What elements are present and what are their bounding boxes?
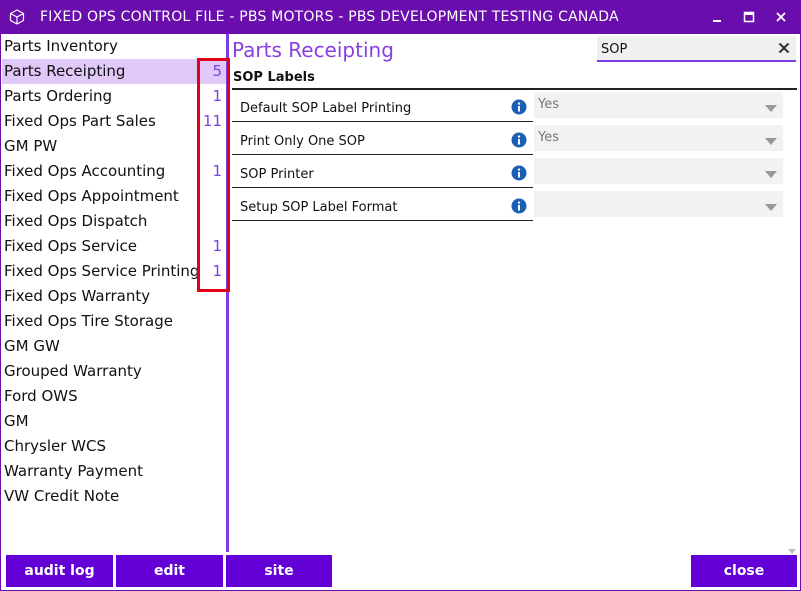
list-item[interactable]: Fixed Ops Warranty xyxy=(2,284,226,309)
list-item-label: Fixed Ops Dispatch xyxy=(4,212,148,230)
chevron-down-icon xyxy=(765,102,777,112)
list-item-label: Grouped Warranty xyxy=(4,362,142,380)
setting-dropdown[interactable] xyxy=(534,191,783,217)
list-item[interactable]: Fixed Ops Dispatch xyxy=(2,209,226,234)
info-icon[interactable] xyxy=(511,165,527,181)
site-button[interactable]: site xyxy=(226,555,332,587)
setting-row: Print Only One SOP Yes xyxy=(232,124,783,157)
close-button[interactable]: close xyxy=(691,555,797,587)
list-item-label: Chrysler WCS xyxy=(4,437,106,455)
list-item-count: 1 xyxy=(212,262,222,280)
close-icon[interactable] xyxy=(771,7,791,27)
list-item-label: Fixed Ops Accounting xyxy=(4,162,166,180)
chevron-down-icon xyxy=(765,201,777,211)
list-item-count: 1 xyxy=(212,87,222,105)
setting-value: Yes xyxy=(538,130,559,145)
maximize-icon[interactable] xyxy=(739,7,759,27)
list-item-label: VW Credit Note xyxy=(4,487,120,505)
list-item-label: GM GW xyxy=(4,337,60,355)
list-item[interactable]: Fixed Ops Accounting 1 xyxy=(2,159,226,184)
list-item[interactable]: VW Credit Note xyxy=(2,484,226,509)
section-header: SOP Labels xyxy=(232,68,797,90)
minimize-icon[interactable] xyxy=(707,7,727,27)
scroll-down-icon[interactable] xyxy=(788,540,796,554)
clear-search-icon[interactable] xyxy=(775,38,793,58)
list-item[interactable]: Ford OWS xyxy=(2,384,226,409)
info-icon[interactable] xyxy=(511,198,527,214)
setting-label: Default SOP Label Printing xyxy=(232,91,533,122)
list-item-count: 1 xyxy=(212,162,222,180)
title-bar[interactable]: FIXED OPS CONTROL FILE - PBS MOTORS - PB… xyxy=(1,1,800,34)
category-list: Parts Inventory Parts Receipting 5 Parts … xyxy=(2,34,226,552)
setting-dropdown[interactable]: Yes xyxy=(534,125,783,151)
control-file-window: FIXED OPS CONTROL FILE - PBS MOTORS - PB… xyxy=(0,0,801,591)
list-item[interactable]: Warranty Payment xyxy=(2,459,226,484)
list-item[interactable]: Fixed Ops Service Printing 1 xyxy=(2,259,226,284)
list-item-label: Fixed Ops Service Printing xyxy=(4,262,200,280)
list-item[interactable]: GM xyxy=(2,409,226,434)
window-title: FIXED OPS CONTROL FILE - PBS MOTORS - PB… xyxy=(40,9,619,25)
setting-label: SOP Printer xyxy=(232,157,533,188)
setting-row: Setup SOP Label Format xyxy=(232,190,783,223)
list-item[interactable]: Chrysler WCS xyxy=(2,434,226,459)
setting-label: Print Only One SOP xyxy=(232,124,533,155)
list-item[interactable]: GM PW xyxy=(2,134,226,159)
info-icon[interactable] xyxy=(511,132,527,148)
edit-button[interactable]: edit xyxy=(116,555,223,587)
list-item-label: Warranty Payment xyxy=(4,462,144,480)
setting-row: SOP Printer xyxy=(232,157,783,190)
list-item[interactable]: Fixed Ops Part Sales 11 xyxy=(2,109,226,134)
list-item-label: Parts Ordering xyxy=(4,87,113,105)
list-item[interactable]: Fixed Ops Tire Storage xyxy=(2,309,226,334)
setting-row: Default SOP Label Printing Yes xyxy=(232,91,783,124)
setting-label: Setup SOP Label Format xyxy=(232,190,533,221)
list-item-label: Fixed Ops Part Sales xyxy=(4,112,156,130)
list-item-count: 1 xyxy=(212,237,222,255)
list-item[interactable]: Fixed Ops Service 1 xyxy=(2,234,226,259)
list-item[interactable]: Parts Ordering 1 xyxy=(2,84,226,109)
setting-dropdown[interactable]: Yes xyxy=(534,92,783,118)
chevron-down-icon xyxy=(765,168,777,178)
list-item-label: Fixed Ops Tire Storage xyxy=(4,312,173,330)
list-item-label: Fixed Ops Appointment xyxy=(4,187,179,205)
info-icon[interactable] xyxy=(511,99,527,115)
list-item[interactable]: GM GW xyxy=(2,334,226,359)
chevron-down-icon xyxy=(765,135,777,145)
search-input[interactable] xyxy=(601,39,771,59)
audit-log-button[interactable]: audit log xyxy=(6,555,113,587)
list-item-count: 5 xyxy=(212,62,222,80)
list-item[interactable]: Grouped Warranty xyxy=(2,359,226,384)
list-item-label: GM xyxy=(4,412,29,430)
list-item-label: Parts Inventory xyxy=(4,37,118,55)
list-item-label: Parts Receipting xyxy=(4,62,126,80)
list-item-label: Fixed Ops Service xyxy=(4,237,137,255)
list-item-label: GM PW xyxy=(4,137,58,155)
setting-value: Yes xyxy=(538,97,559,112)
list-item-label: Fixed Ops Warranty xyxy=(4,287,151,305)
list-item[interactable]: Parts Inventory xyxy=(2,34,226,59)
search-box[interactable] xyxy=(597,36,796,62)
list-item[interactable]: Fixed Ops Appointment xyxy=(2,184,226,209)
list-item-selected[interactable]: Parts Receipting 5 xyxy=(2,59,226,84)
setting-dropdown[interactable] xyxy=(534,158,783,184)
page-title: Parts Receipting xyxy=(232,38,394,62)
list-item-label: Ford OWS xyxy=(4,387,78,405)
splitter[interactable] xyxy=(226,34,229,552)
cube-icon xyxy=(9,9,25,25)
list-item-count: 11 xyxy=(202,112,222,130)
